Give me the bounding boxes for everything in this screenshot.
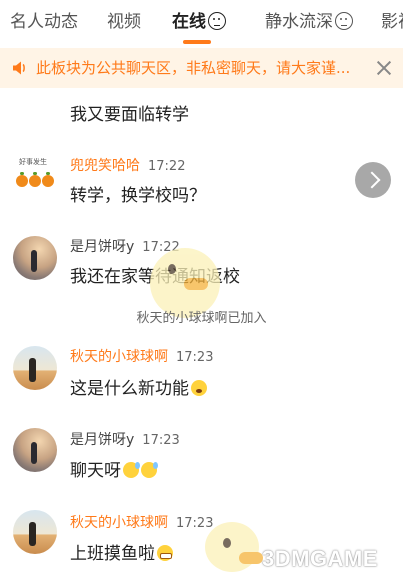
system-join-notice: 秋天的小球球啊已加入 <box>136 311 267 326</box>
smiley-icon <box>208 12 226 30</box>
tab-movies[interactable]: 影视 <box>381 10 403 34</box>
sad-face-icon <box>335 12 353 30</box>
notice-banner: 此板块为公共聊天区，非私密聊天，请大家谨... <box>0 48 403 88</box>
speaker-icon <box>13 61 25 75</box>
notice-text: 此板块为公共聊天区，非私密聊天，请大家谨... <box>36 59 351 77</box>
message-sender[interactable]: 是月饼呀y 17:23 <box>70 429 180 449</box>
sender-name: 秋天的小球球啊 <box>70 349 168 365</box>
message-text-content: 这是什么新功能 <box>70 379 189 399</box>
orange-icon <box>29 172 41 187</box>
tab-online-label: 在线 <box>172 12 206 32</box>
avatar-label: 好事发生 <box>19 158 47 166</box>
avatar[interactable] <box>13 346 57 390</box>
avatar[interactable]: 好事发生 <box>13 155 57 199</box>
message-sender[interactable]: 秋天的小球球啊 17:23 <box>70 346 213 366</box>
message-text-content: 聊天呀 <box>70 461 121 481</box>
message-time: 17:23 <box>176 350 214 365</box>
close-icon[interactable] <box>375 59 393 77</box>
partial-message-line: 我又要面临转学 <box>70 105 189 125</box>
sweat-emoji-icon <box>141 462 158 478</box>
message-text: 上班摸鱼啦 <box>70 539 173 564</box>
sender-name: 是月饼呀y <box>70 239 135 255</box>
sender-name: 秋天的小球球啊 <box>70 515 168 531</box>
tab-online[interactable]: 在线 <box>172 10 226 34</box>
message-text: 这是什么新功能 <box>70 374 207 399</box>
message-sender[interactable]: 秋天的小球球啊 17:23 <box>70 512 213 532</box>
chevron-right-icon[interactable] <box>355 162 391 198</box>
tab-celebrity[interactable]: 名人动态 <box>10 10 78 34</box>
grin-emoji-icon <box>157 545 173 561</box>
orange-icon <box>16 172 28 187</box>
sweat-emoji-icon <box>123 462 140 478</box>
tab-video[interactable]: 视频 <box>107 10 141 34</box>
sender-name: 是月饼呀y <box>70 432 135 448</box>
watermark: 3DMGAME <box>262 546 378 571</box>
message-sender[interactable]: 是月饼呀y 17:22 <box>70 236 180 256</box>
avatar[interactable] <box>13 510 57 554</box>
orange-icon <box>42 172 54 187</box>
tab-still-water[interactable]: 静水流深 <box>265 10 353 34</box>
tab-still-water-label: 静水流深 <box>265 12 333 32</box>
watermark-mascot-icon <box>205 522 263 572</box>
message-sender[interactable]: 兜兜笑哈哈 17:22 <box>70 155 185 175</box>
channel-tabs: 名人动态 视频 在线 静水流深 影视 <box>0 0 403 48</box>
message-text: 转学，换学校吗？ <box>70 186 206 206</box>
message-time: 17:23 <box>142 433 180 448</box>
active-tab-indicator <box>183 40 211 44</box>
avatar[interactable] <box>13 236 57 280</box>
message-text: 聊天呀 <box>70 456 158 481</box>
message-time: 17:23 <box>176 516 214 531</box>
message-time: 17:22 <box>148 159 186 174</box>
message-text-content: 上班摸鱼啦 <box>70 544 155 564</box>
avatar[interactable] <box>13 428 57 472</box>
shocked-emoji-icon <box>191 380 207 396</box>
sender-name: 兜兜笑哈哈 <box>70 158 140 174</box>
